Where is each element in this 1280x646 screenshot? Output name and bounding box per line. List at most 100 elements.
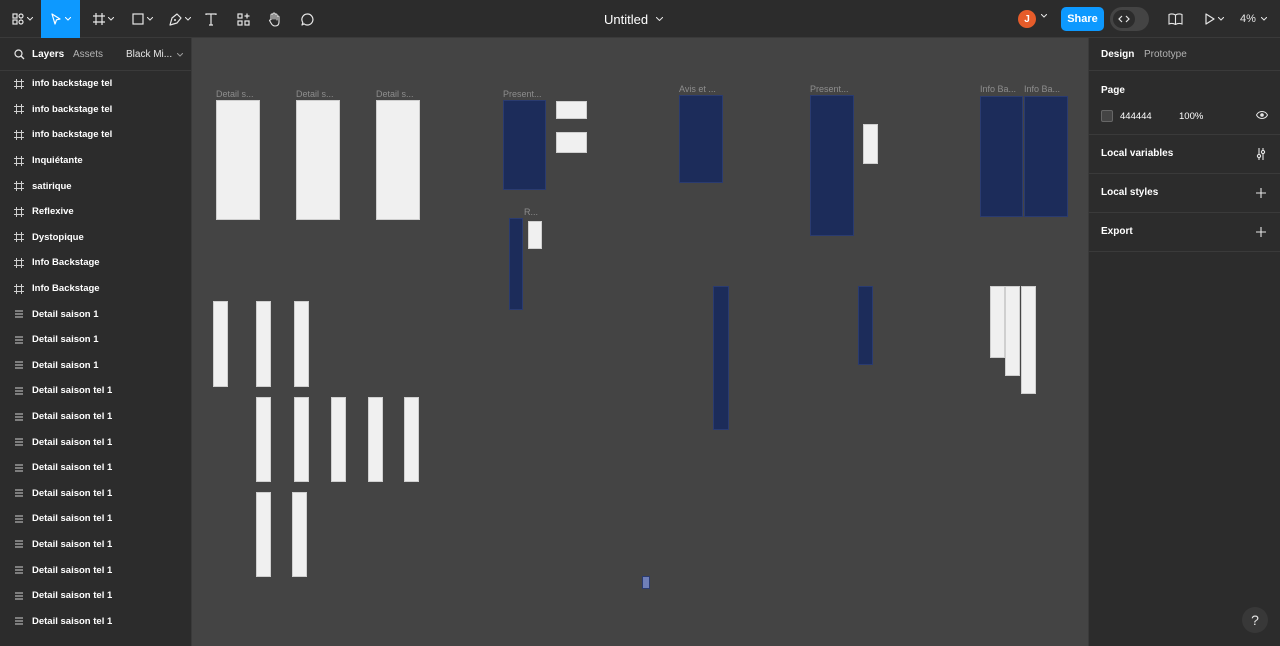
plus-icon[interactable] <box>1256 188 1266 198</box>
page-color-value[interactable]: 444444 <box>1120 111 1152 122</box>
list-icon <box>15 438 23 446</box>
design-frame[interactable] <box>292 492 307 577</box>
layer-row[interactable]: Detail saison tel 1 <box>0 557 191 583</box>
avatar[interactable]: J <box>1018 10 1036 28</box>
layer-row[interactable]: Dystopique <box>0 225 191 251</box>
layer-row[interactable]: Detail saison 1 <box>0 327 191 353</box>
document-title[interactable]: Untitled <box>604 0 664 38</box>
design-frame[interactable] <box>1021 286 1036 394</box>
design-frame[interactable] <box>256 397 271 482</box>
design-frame[interactable] <box>256 301 271 387</box>
page-opacity-value[interactable]: 100% <box>1179 111 1203 122</box>
local-styles-section[interactable]: Local styles <box>1089 174 1280 213</box>
design-frame[interactable] <box>216 100 260 220</box>
layer-row[interactable]: Detail saison tel 1 <box>0 506 191 532</box>
design-frame[interactable] <box>503 100 546 190</box>
frame-label[interactable]: Present... <box>810 84 849 94</box>
frame-label[interactable]: Avis et ... <box>679 84 716 94</box>
layer-row[interactable]: Detail saison tel 1 <box>0 532 191 558</box>
design-frame[interactable] <box>713 286 729 430</box>
design-frame[interactable] <box>256 492 271 577</box>
layer-row[interactable]: satirique <box>0 173 191 199</box>
chevron-down-icon[interactable] <box>1041 14 1047 18</box>
components-button[interactable] <box>234 0 252 38</box>
help-button[interactable]: ? <box>1242 607 1268 633</box>
design-frame[interactable] <box>509 218 523 310</box>
main-menu-button[interactable] <box>8 0 36 38</box>
design-frame[interactable] <box>376 100 420 220</box>
design-frame[interactable] <box>528 221 542 249</box>
export-section[interactable]: Export <box>1089 213 1280 252</box>
local-variables-section[interactable]: Local variables <box>1089 135 1280 174</box>
design-frame[interactable] <box>1005 286 1020 376</box>
layer-row[interactable]: info backstage tel <box>0 97 191 123</box>
eye-icon[interactable] <box>1256 111 1268 119</box>
layer-row[interactable]: Detail saison tel 1 <box>0 608 191 634</box>
design-frame[interactable] <box>331 397 346 482</box>
frame-label[interactable]: Detail s... <box>376 89 414 99</box>
design-frame[interactable] <box>296 100 340 220</box>
design-frame[interactable] <box>810 95 854 236</box>
comment-button[interactable] <box>298 0 316 38</box>
present-button[interactable] <box>1200 0 1228 38</box>
design-frame[interactable] <box>556 132 587 153</box>
design-frame[interactable] <box>990 286 1005 358</box>
tab-design[interactable]: Design <box>1101 49 1134 60</box>
tab-layers[interactable]: Layers <box>32 49 64 60</box>
canvas[interactable]: Detail s... Detail s... Detail s... Pres… <box>192 38 1088 646</box>
search-icon[interactable] <box>14 49 25 60</box>
design-frame[interactable] <box>1024 96 1068 217</box>
layer-row[interactable]: Detail saison tel 1 <box>0 404 191 430</box>
document-title-text: Untitled <box>604 11 649 27</box>
layer-row[interactable]: Detail saison tel 1 <box>0 481 191 507</box>
frame-label[interactable]: Present... <box>503 89 542 99</box>
layer-row[interactable]: info backstage tel <box>0 122 191 148</box>
library-button[interactable] <box>1166 0 1184 38</box>
design-frame[interactable] <box>294 301 309 387</box>
layer-row[interactable]: Reflexive <box>0 199 191 225</box>
design-frame[interactable] <box>858 286 873 365</box>
zoom-control[interactable]: 4% <box>1240 0 1267 38</box>
pen-tool-button[interactable] <box>165 0 195 38</box>
layer-row[interactable]: Detail saison tel 1 <box>0 429 191 455</box>
shape-tool-button[interactable] <box>127 0 157 38</box>
comment-icon <box>300 12 313 26</box>
design-frame[interactable] <box>556 101 587 119</box>
frame-label[interactable]: Detail s... <box>216 89 254 99</box>
layer-row[interactable]: info backstage tel <box>0 71 191 97</box>
share-button[interactable]: Share <box>1061 7 1104 31</box>
plus-icon[interactable] <box>1256 227 1266 237</box>
design-frame[interactable] <box>980 96 1023 217</box>
frame-label[interactable]: Info Ba... <box>980 84 1016 94</box>
layer-row[interactable]: Detail saison tel 1 <box>0 378 191 404</box>
page-color-swatch[interactable] <box>1101 110 1113 122</box>
local-styles-title: Local styles <box>1101 187 1159 198</box>
variables-icon[interactable] <box>1256 148 1266 160</box>
design-frame[interactable] <box>213 301 228 387</box>
layer-row[interactable]: Info Backstage <box>0 250 191 276</box>
design-frame[interactable] <box>679 95 723 183</box>
layer-label: Detail saison tel 1 <box>32 385 113 397</box>
design-frame[interactable] <box>404 397 419 482</box>
move-tool-button[interactable] <box>41 0 80 38</box>
layer-row[interactable]: Detail saison 1 <box>0 301 191 327</box>
design-frame[interactable] <box>863 124 878 164</box>
dev-mode-toggle[interactable] <box>1110 7 1149 31</box>
design-frame[interactable] <box>294 397 309 482</box>
tab-assets[interactable]: Assets <box>73 49 103 60</box>
design-frame[interactable] <box>368 397 383 482</box>
frame-label[interactable]: Detail s... <box>296 89 334 99</box>
frame-label[interactable]: R... <box>524 207 538 217</box>
layer-row[interactable]: Detail saison 1 <box>0 353 191 379</box>
layer-row[interactable]: Detail saison tel 1 <box>0 455 191 481</box>
hand-tool-button[interactable] <box>265 0 285 38</box>
page-selector[interactable]: Black Mi... <box>126 49 184 60</box>
text-tool-button[interactable] <box>202 0 220 38</box>
frame-tool-button[interactable] <box>88 0 118 38</box>
layer-row[interactable]: Detail saison tel 1 <box>0 583 191 609</box>
frame-label[interactable]: Info Ba... <box>1024 84 1060 94</box>
tab-prototype[interactable]: Prototype <box>1144 49 1187 60</box>
layer-row[interactable]: Inquiétante <box>0 148 191 174</box>
design-frame[interactable] <box>642 576 650 589</box>
layer-row[interactable]: Info Backstage <box>0 276 191 302</box>
